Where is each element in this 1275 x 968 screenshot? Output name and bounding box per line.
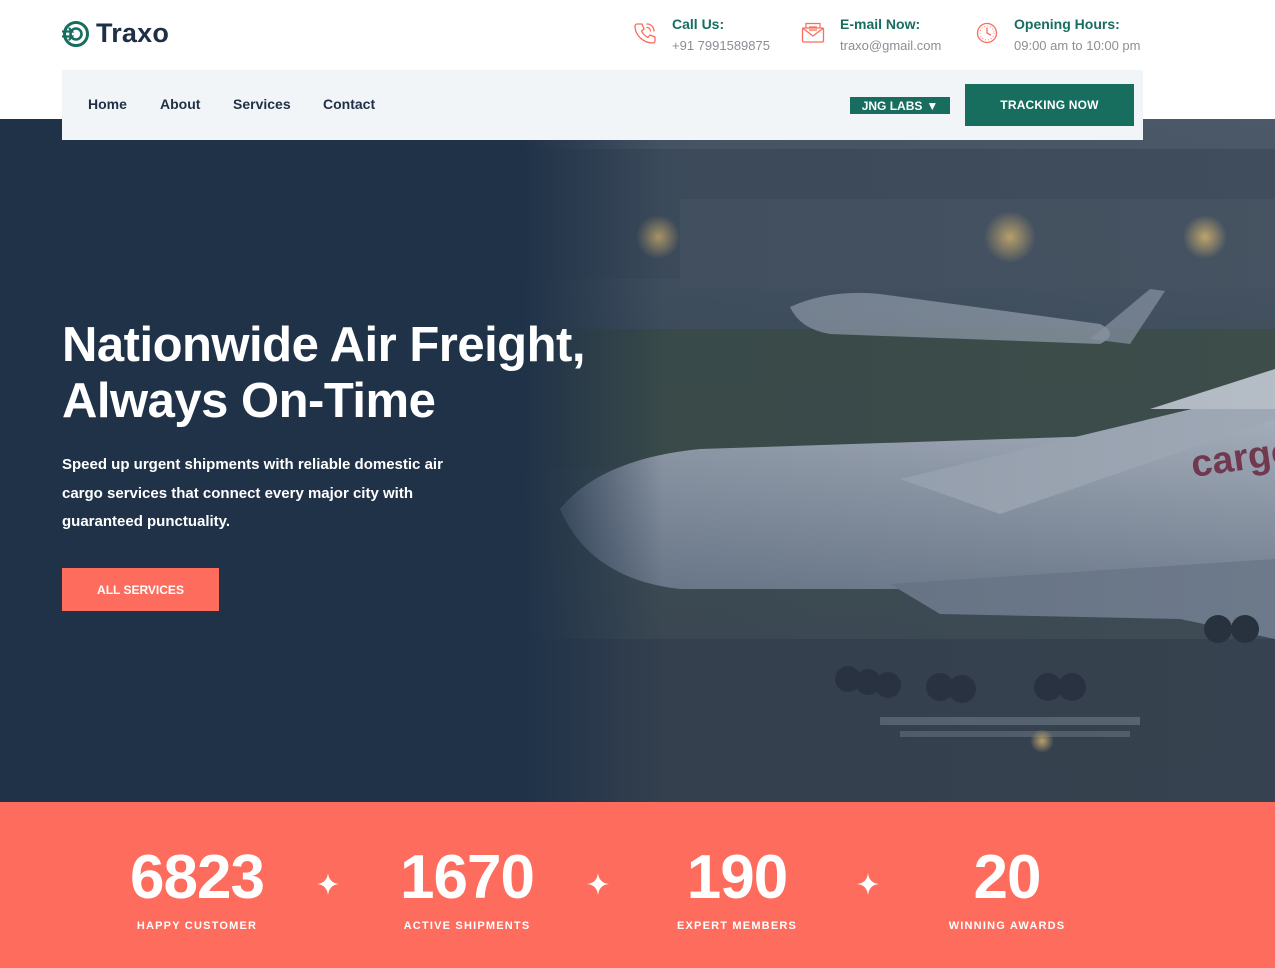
- envelope-icon: [801, 22, 825, 43]
- hero-section: cargo Nationwide Air Freight, Always On-…: [0, 119, 1275, 802]
- hero-description: Speed up urgent shipments with reliable …: [62, 456, 443, 530]
- header-contact-hours: Opening Hours: 09:00 am to 10:00 pm: [974, 15, 1140, 55]
- brand-name: Traxo: [96, 18, 170, 48]
- stat-label: ACTIVE SHIPMENTS: [403, 920, 531, 932]
- stat-happy-customer: 6823 HAPPY CUSTOMER: [82, 843, 312, 933]
- stat-value: 20: [973, 843, 1042, 912]
- target-arrow-logo-icon: [62, 20, 89, 47]
- phone-icon: [634, 23, 656, 44]
- stat-value: 6823: [130, 843, 265, 912]
- brand-logo[interactable]: Traxo: [62, 18, 169, 49]
- header-contact-call: Call Us: +91 7991589875: [632, 15, 770, 55]
- caret-down-icon: ▼: [926, 98, 939, 113]
- stat-label: HAPPY CUSTOMER: [136, 920, 258, 932]
- sparkle-icon: [587, 873, 609, 895]
- stat-winning-awards: 20 WINNING AWARDS: [892, 843, 1122, 933]
- hero-title: Nationwide Air Freight, Always On-Time: [62, 317, 702, 429]
- stat-value: 1670: [400, 843, 535, 912]
- nav-item-contact[interactable]: Contact: [323, 96, 375, 112]
- nav-item-home[interactable]: Home: [88, 96, 127, 112]
- hero-title-line-2: Always On-Time: [62, 374, 436, 428]
- clock-icon: [976, 22, 998, 44]
- language-selector[interactable]: JNG LABS ▼: [850, 97, 950, 114]
- tracking-now-button[interactable]: TRACKING NOW: [965, 84, 1134, 126]
- nav-item-services[interactable]: Services: [233, 96, 291, 112]
- nav-item-about[interactable]: About: [160, 96, 200, 112]
- header-contact-email: E-mail Now: traxo@gmail.com: [800, 15, 941, 55]
- stat-active-shipments: 1670 ACTIVE SHIPMENTS: [352, 843, 582, 933]
- main-navbar: Home About Services Contact JNG LABS ▼ T…: [62, 70, 1143, 140]
- stat-label: WINNING AWARDS: [948, 920, 1066, 932]
- all-services-button[interactable]: ALL SERVICES: [62, 568, 219, 611]
- call-value[interactable]: +91 7991589875: [672, 37, 770, 55]
- stat-value: 190: [686, 843, 788, 912]
- hero-title-line-1: Nationwide Air Freight,: [62, 318, 585, 372]
- sparkle-icon: [317, 873, 339, 895]
- language-label: JNG LABS: [861, 98, 923, 113]
- stat-expert-members: 190 EXPERT MEMBERS: [622, 843, 852, 933]
- stats-section: 6823 HAPPY CUSTOMER 1670 ACTIVE SHIPMENT…: [0, 802, 1275, 968]
- hours-title: Opening Hours:: [1014, 16, 1120, 32]
- call-title: Call Us:: [672, 16, 725, 32]
- email-title: E-mail Now:: [840, 16, 921, 32]
- hours-value: 09:00 am to 10:00 pm: [1014, 38, 1141, 53]
- stat-label: EXPERT MEMBERS: [676, 920, 798, 932]
- email-value[interactable]: traxo@gmail.com: [840, 37, 941, 55]
- sparkle-icon: [857, 873, 879, 895]
